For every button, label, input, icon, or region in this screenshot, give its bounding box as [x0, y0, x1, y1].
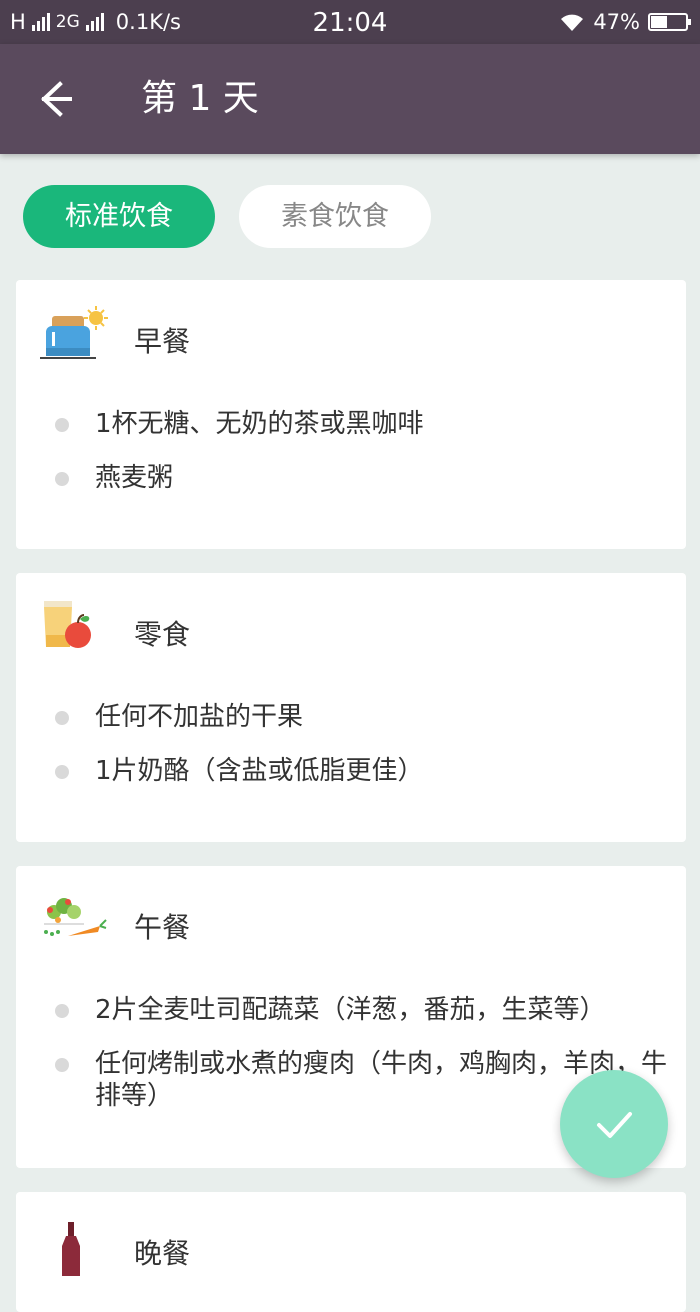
- list-item: 任何不加盐的干果: [52, 701, 672, 733]
- list-item: 2片全麦吐司配蔬菜（洋葱，番茄，生菜等）: [52, 994, 672, 1026]
- battery-fill: [651, 16, 667, 28]
- bullet-dot: [55, 765, 69, 779]
- list-item: 1杯无糖、无奶的茶或黑咖啡: [52, 408, 672, 440]
- juice-apple-icon: [44, 601, 91, 648]
- tab-standard-diet[interactable]: 标准饮食: [23, 185, 215, 248]
- item-text: 任何不加盐的干果: [95, 702, 304, 732]
- wifi-icon: [561, 14, 584, 31]
- item-text: 1片奶酪（含盐或低脂更佳）: [95, 756, 424, 786]
- status-bar: H 2G 0.1K/s 21:04 47%: [0, 0, 700, 44]
- diet-tabs: 标准饮食 素食饮食: [23, 185, 431, 248]
- arrow-left-icon: [41, 81, 72, 117]
- meal-title: 晚餐: [134, 1237, 191, 1270]
- list-item: 燕麦粥: [52, 462, 672, 494]
- wine-bottle-icon: [62, 1222, 80, 1276]
- item-text: 2片全麦吐司配蔬菜（洋葱，番茄，生菜等）: [95, 995, 606, 1025]
- toaster-icon: [40, 306, 108, 359]
- page-title: 第 1 天: [141, 78, 259, 119]
- meal-list: 1杯无糖、无奶的茶或黑咖啡 燕麦粥: [52, 408, 672, 516]
- meal-list: 任何不加盐的干果 1片奶酪（含盐或低脂更佳）: [52, 701, 672, 809]
- battery-icon: [648, 13, 691, 31]
- complete-day-button[interactable]: [560, 1070, 668, 1178]
- app-toolbar: 第 1 天: [0, 44, 700, 154]
- meal-title: 午餐: [134, 911, 191, 944]
- bullet-dot: [55, 1058, 69, 1072]
- meal-title: 零食: [134, 618, 191, 651]
- item-text: 1杯无糖、无奶的茶或黑咖啡: [95, 409, 424, 439]
- meal-card-snack: 零食 任何不加盐的干果 1片奶酪（含盐或低脂更佳）: [16, 573, 686, 842]
- item-text: 燕麦粥: [95, 463, 174, 493]
- meal-title: 早餐: [134, 325, 191, 358]
- vegetables-icon: [44, 898, 107, 936]
- meal-card-dinner: 晚餐: [16, 1192, 686, 1312]
- bullet-dot: [55, 472, 69, 486]
- bullet-dot: [55, 711, 69, 725]
- list-item: 1片奶酪（含盐或低脂更佳）: [52, 755, 672, 787]
- check-icon: [597, 1112, 632, 1138]
- bullet-dot: [55, 1004, 69, 1018]
- battery-percent: 47%: [593, 10, 640, 34]
- meal-card-breakfast: 早餐 1杯无糖、无奶的茶或黑咖啡 燕麦粥: [16, 280, 686, 549]
- tab-vegetarian-diet[interactable]: 素食饮食: [239, 185, 431, 248]
- back-button[interactable]: [30, 76, 80, 122]
- bullet-dot: [55, 418, 69, 432]
- status-right: 47%: [559, 10, 691, 34]
